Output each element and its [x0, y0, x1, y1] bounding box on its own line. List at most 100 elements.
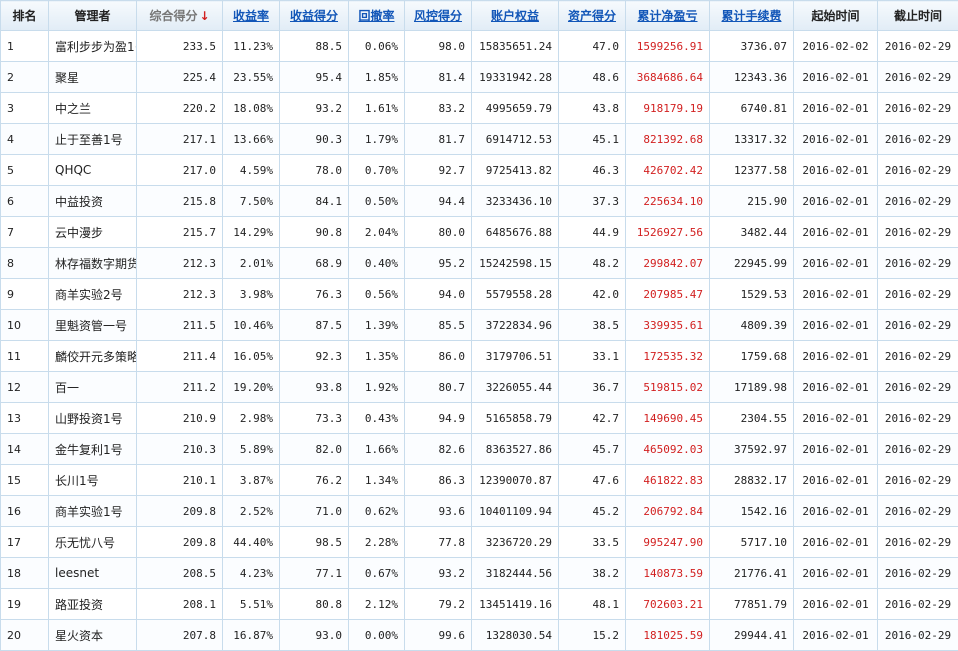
end-date-cell: 2016-02-29	[878, 589, 958, 620]
fees-cell: 17189.98	[710, 372, 794, 403]
net-profit-cell: 339935.61	[626, 310, 710, 341]
col-fees[interactable]: 累计手续费	[710, 1, 794, 31]
end-date-cell: 2016-02-29	[878, 527, 958, 558]
total-score-cell: 210.3	[137, 434, 223, 465]
risk-score-cell: 77.8	[405, 527, 472, 558]
start-date-cell: 2016-02-01	[794, 93, 878, 124]
start-date-cell: 2016-02-01	[794, 341, 878, 372]
risk-score-cell: 81.4	[405, 62, 472, 93]
table-row: 2聚星225.423.55%95.41.85%81.419331942.2848…	[1, 62, 958, 93]
net-profit-cell: 995247.90	[626, 527, 710, 558]
risk-score-cell: 85.5	[405, 310, 472, 341]
return-score-cell: 76.2	[280, 465, 349, 496]
net-profit-cell: 149690.45	[626, 403, 710, 434]
return-rate-cell: 16.87%	[223, 620, 280, 651]
total-score-cell: 210.9	[137, 403, 223, 434]
end-date-cell: 2016-02-29	[878, 31, 958, 62]
net-profit-cell: 702603.21	[626, 589, 710, 620]
risk-score-cell: 79.2	[405, 589, 472, 620]
return-score-cell: 80.8	[280, 589, 349, 620]
net-profit-cell: 206792.84	[626, 496, 710, 527]
col-equity[interactable]: 账户权益	[472, 1, 559, 31]
manager-cell: 星火资本	[49, 620, 137, 651]
return-rate-cell: 44.40%	[223, 527, 280, 558]
return-rate-cell: 4.59%	[223, 155, 280, 186]
risk-score-cell: 80.0	[405, 217, 472, 248]
asset-score-cell: 15.2	[559, 620, 626, 651]
asset-score-cell: 45.2	[559, 496, 626, 527]
end-date-cell: 2016-02-29	[878, 558, 958, 589]
end-date-cell: 2016-02-29	[878, 310, 958, 341]
col-rank: 排名	[1, 1, 49, 31]
end-date-cell: 2016-02-29	[878, 155, 958, 186]
drawdown-cell: 1.92%	[349, 372, 405, 403]
manager-cell: 山野投资1号	[49, 403, 137, 434]
fees-cell: 22945.99	[710, 248, 794, 279]
drawdown-cell: 1.35%	[349, 341, 405, 372]
fees-cell: 21776.41	[710, 558, 794, 589]
col-asset-score[interactable]: 资产得分	[559, 1, 626, 31]
return-score-cell: 93.0	[280, 620, 349, 651]
return-score-cell: 68.9	[280, 248, 349, 279]
col-return-rate[interactable]: 收益率	[223, 1, 280, 31]
col-total-score-label: 综合得分	[149, 9, 197, 23]
header-row: 排名 管理者 综合得分↓ 收益率 收益得分 回撤率 风控得分 账户权益 资产得分…	[1, 1, 958, 31]
table-row: 14金牛复利1号210.35.89%82.01.66%82.68363527.8…	[1, 434, 958, 465]
rank-cell: 9	[1, 279, 49, 310]
return-score-cell: 93.8	[280, 372, 349, 403]
equity-cell: 1328030.54	[472, 620, 559, 651]
risk-score-cell: 94.9	[405, 403, 472, 434]
manager-cell: leesnet	[49, 558, 137, 589]
net-profit-cell: 519815.02	[626, 372, 710, 403]
return-score-cell: 73.3	[280, 403, 349, 434]
return-rate-cell: 2.01%	[223, 248, 280, 279]
fees-cell: 28832.17	[710, 465, 794, 496]
col-return-score[interactable]: 收益得分	[280, 1, 349, 31]
rank-cell: 17	[1, 527, 49, 558]
return-score-cell: 98.5	[280, 527, 349, 558]
rank-cell: 7	[1, 217, 49, 248]
manager-cell: 中之兰	[49, 93, 137, 124]
end-date-cell: 2016-02-29	[878, 217, 958, 248]
total-score-cell: 233.5	[137, 31, 223, 62]
asset-score-cell: 45.7	[559, 434, 626, 465]
rank-cell: 6	[1, 186, 49, 217]
net-profit-cell: 140873.59	[626, 558, 710, 589]
equity-cell: 3179706.51	[472, 341, 559, 372]
fees-cell: 37592.97	[710, 434, 794, 465]
return-score-cell: 95.4	[280, 62, 349, 93]
manager-cell: 长川1号	[49, 465, 137, 496]
return-rate-cell: 13.66%	[223, 124, 280, 155]
return-score-cell: 90.8	[280, 217, 349, 248]
start-date-cell: 2016-02-01	[794, 558, 878, 589]
equity-cell: 10401109.94	[472, 496, 559, 527]
fees-cell: 215.90	[710, 186, 794, 217]
start-date-cell: 2016-02-01	[794, 155, 878, 186]
col-net-profit[interactable]: 累计净盈亏	[626, 1, 710, 31]
table-row: 7云中漫步215.714.29%90.82.04%80.06485676.884…	[1, 217, 958, 248]
col-risk-score[interactable]: 风控得分	[405, 1, 472, 31]
manager-cell: 云中漫步	[49, 217, 137, 248]
end-date-cell: 2016-02-29	[878, 496, 958, 527]
total-score-cell: 210.1	[137, 465, 223, 496]
table-row: 4止于至善1号217.113.66%90.31.79%81.76914712.5…	[1, 124, 958, 155]
start-date-cell: 2016-02-01	[794, 434, 878, 465]
start-date-cell: 2016-02-01	[794, 310, 878, 341]
end-date-cell: 2016-02-29	[878, 434, 958, 465]
net-profit-cell: 426702.42	[626, 155, 710, 186]
total-score-cell: 209.8	[137, 527, 223, 558]
asset-score-cell: 33.5	[559, 527, 626, 558]
equity-cell: 5579558.28	[472, 279, 559, 310]
col-total-score[interactable]: 综合得分↓	[137, 1, 223, 31]
drawdown-cell: 2.12%	[349, 589, 405, 620]
asset-score-cell: 42.7	[559, 403, 626, 434]
table-row: 5QHQC217.04.59%78.00.70%92.79725413.8246…	[1, 155, 958, 186]
total-score-cell: 209.8	[137, 496, 223, 527]
start-date-cell: 2016-02-01	[794, 217, 878, 248]
table-row: 3中之兰220.218.08%93.21.61%83.24995659.7943…	[1, 93, 958, 124]
risk-score-cell: 92.7	[405, 155, 472, 186]
col-drawdown[interactable]: 回撤率	[349, 1, 405, 31]
return-rate-cell: 3.98%	[223, 279, 280, 310]
equity-cell: 3236720.29	[472, 527, 559, 558]
fees-cell: 2304.55	[710, 403, 794, 434]
